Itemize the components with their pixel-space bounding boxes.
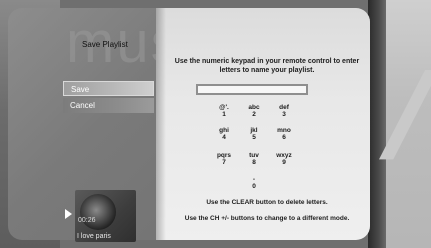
keypad-key-1[interactable]: @'. 1 bbox=[212, 104, 236, 118]
key-letters: - bbox=[252, 176, 256, 183]
keypad-key-2[interactable]: abc 2 bbox=[242, 104, 266, 118]
keypad-key-8[interactable]: tuv 8 bbox=[242, 152, 266, 166]
keypad-key-6[interactable]: mno 6 bbox=[272, 127, 296, 141]
cancel-button[interactable]: Cancel bbox=[63, 98, 154, 113]
page-title: Save Playlist bbox=[82, 40, 128, 49]
ch-hint: Use the CH +/- buttons to change to a di… bbox=[184, 215, 350, 222]
key-letters: mno bbox=[277, 127, 291, 134]
playback-time: 00:26 bbox=[78, 217, 96, 224]
key-letters: pqrs bbox=[216, 152, 232, 159]
key-digit: 8 bbox=[252, 159, 256, 166]
song-title: I love paris bbox=[77, 233, 111, 240]
key-letters: @'. bbox=[219, 104, 229, 111]
keypad-key-9[interactable]: wxyz 9 bbox=[272, 152, 296, 166]
keypad-key-4[interactable]: ghi 4 bbox=[212, 127, 236, 141]
key-digit: 2 bbox=[252, 111, 256, 118]
key-digit: 3 bbox=[282, 111, 286, 118]
save-button[interactable]: Save bbox=[63, 81, 154, 96]
content-shade bbox=[156, 8, 166, 240]
key-digit: 0 bbox=[252, 183, 256, 190]
clear-hint: Use the CLEAR button to delete letters. bbox=[206, 199, 328, 206]
key-letters: tuv bbox=[249, 152, 259, 159]
keypad-key-3[interactable]: def 3 bbox=[272, 104, 296, 118]
key-digit: 6 bbox=[282, 134, 286, 141]
key-letters: abc bbox=[248, 104, 260, 111]
play-icon[interactable] bbox=[65, 209, 72, 219]
keypad-key-7[interactable]: pqrs 7 bbox=[212, 152, 236, 166]
album-disc-icon bbox=[80, 194, 116, 230]
key-letters: wxyz bbox=[276, 152, 292, 159]
key-letters: ghi bbox=[219, 127, 229, 134]
keypad-key-0[interactable]: - 0 bbox=[242, 176, 266, 190]
key-letters: jkl bbox=[250, 127, 258, 134]
key-digit: 7 bbox=[222, 159, 226, 166]
playlist-name-field[interactable] bbox=[196, 84, 308, 95]
key-digit: 9 bbox=[282, 159, 286, 166]
instructions-text: Use the numeric keypad in your remote co… bbox=[174, 58, 360, 74]
key-digit: 5 bbox=[252, 134, 256, 141]
keypad-key-5[interactable]: jkl 5 bbox=[242, 127, 266, 141]
key-digit: 1 bbox=[222, 111, 226, 118]
key-letters: def bbox=[279, 104, 289, 111]
background-edge-shadow bbox=[368, 0, 386, 248]
key-digit: 4 bbox=[222, 134, 226, 141]
